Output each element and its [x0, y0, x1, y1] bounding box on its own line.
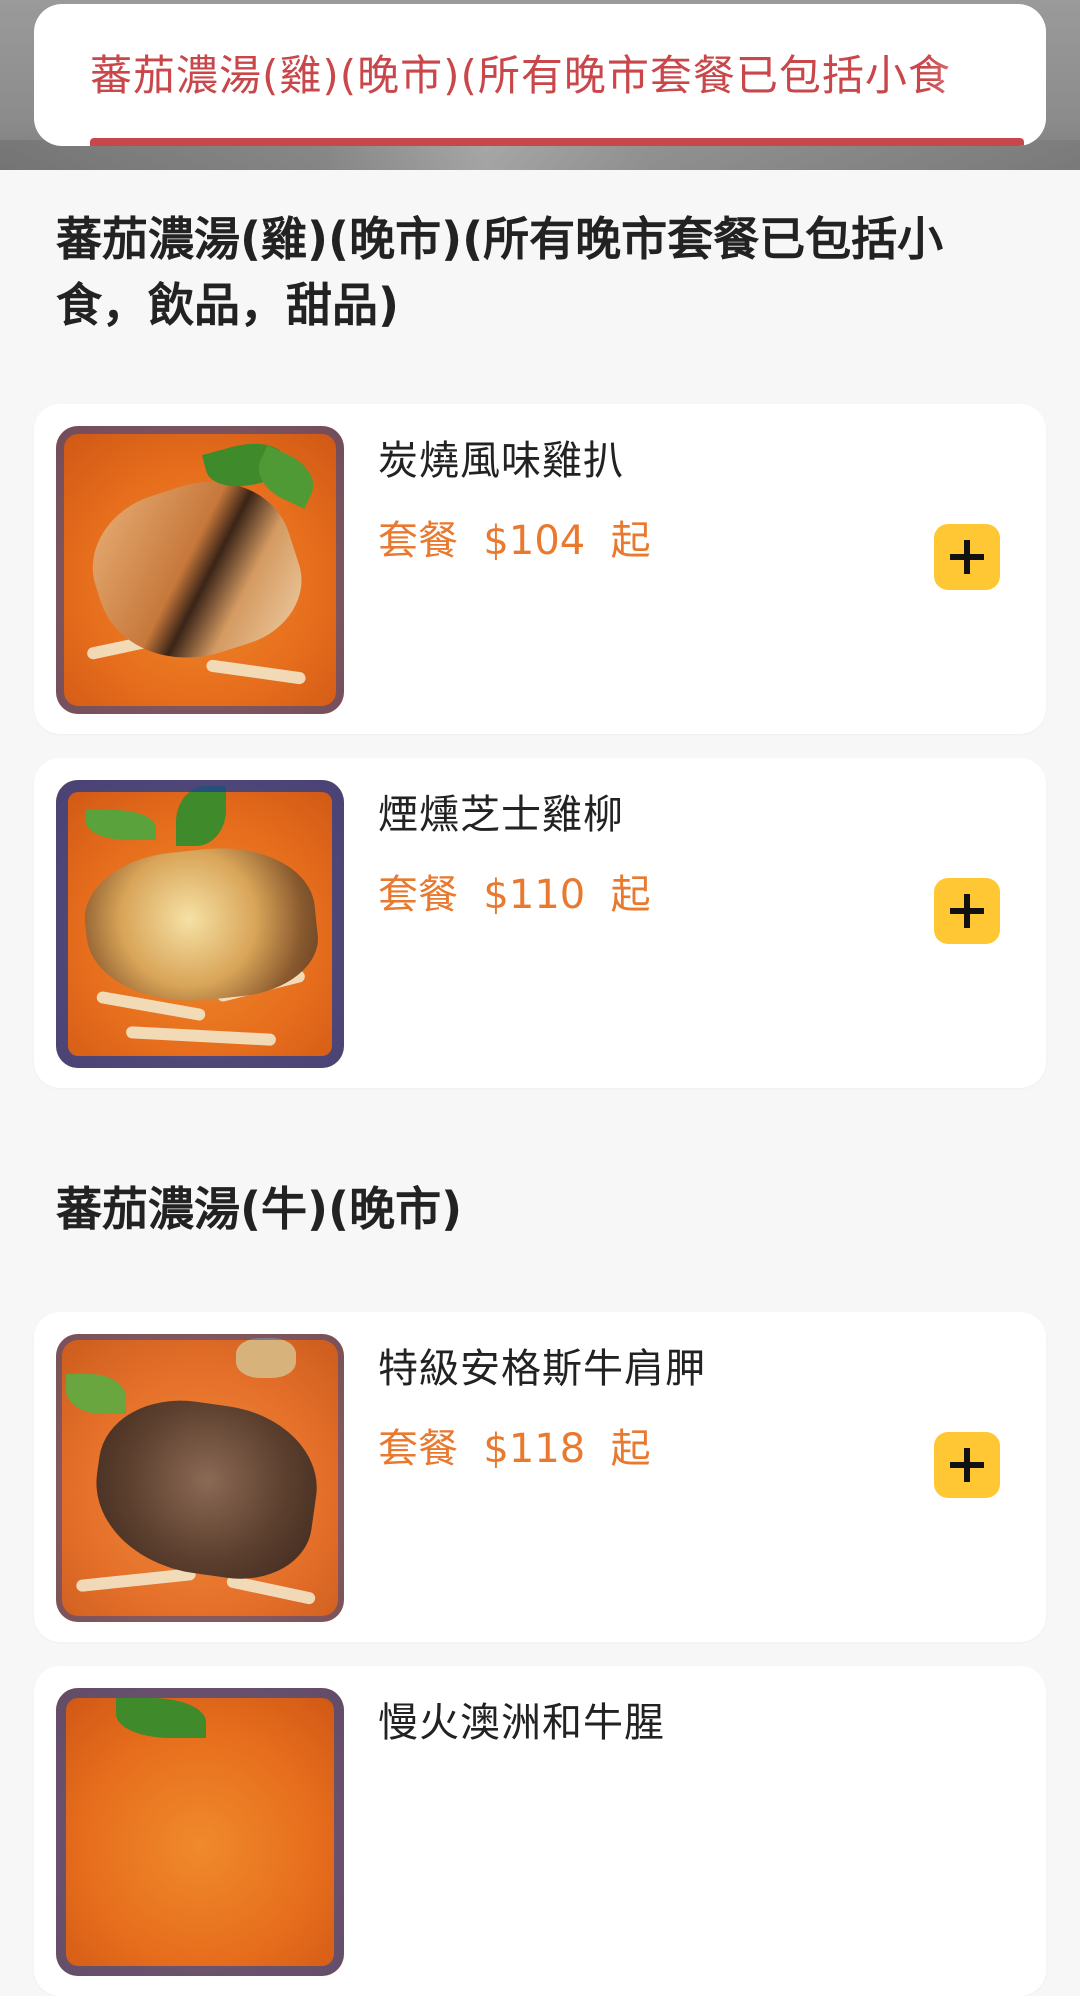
cheese-chicken-soup-image [56, 780, 344, 1068]
add-to-cart-button[interactable] [934, 878, 1000, 944]
section-title-chicken: 蕃茄濃湯(雞)(晚市)(所有晚市套餐已包括小食，飲品，甜品) [56, 212, 944, 332]
item-name: 特級安格斯牛肩胛 [378, 1346, 706, 1392]
item-price: 套餐 $118 起 [378, 1426, 651, 1472]
item-name: 炭燒風味雞扒 [378, 438, 624, 484]
tab-label-fade [926, 24, 1046, 104]
item-price: 套餐 $104 起 [378, 518, 651, 564]
wagyu-beef-soup-image [56, 1688, 344, 1976]
item-name: 慢火澳洲和牛腥 [378, 1700, 665, 1746]
category-tab-bar: 蕃茄濃湯(雞)(晚市)(所有晚市套餐已包括小食 [0, 0, 1080, 170]
plus-icon [950, 540, 984, 574]
active-tab-indicator [90, 138, 1024, 146]
menu-item-card[interactable]: 煙燻芝士雞柳 套餐 $110 起 [34, 758, 1046, 1088]
section-title-beef: 蕃茄濃湯(牛)(晚市) [56, 1182, 463, 1236]
active-category-label: 蕃茄濃湯(雞)(晚市)(所有晚市套餐已包括小食 [90, 51, 951, 100]
active-category-tab[interactable]: 蕃茄濃湯(雞)(晚市)(所有晚市套餐已包括小食 [34, 4, 1046, 146]
item-price: 套餐 $110 起 [378, 872, 651, 918]
plus-icon [950, 894, 984, 928]
angus-beef-soup-image [56, 1334, 344, 1622]
grilled-chicken-soup-image [56, 426, 344, 714]
plus-icon [950, 1448, 984, 1482]
item-name: 煙燻芝士雞柳 [378, 792, 624, 838]
menu-item-card[interactable]: 慢火澳洲和牛腥 [34, 1666, 1046, 1996]
add-to-cart-button[interactable] [934, 524, 1000, 590]
menu-item-card[interactable]: 炭燒風味雞扒 套餐 $104 起 [34, 404, 1046, 734]
menu-item-card[interactable]: 特級安格斯牛肩胛 套餐 $118 起 [34, 1312, 1046, 1642]
add-to-cart-button[interactable] [934, 1432, 1000, 1498]
